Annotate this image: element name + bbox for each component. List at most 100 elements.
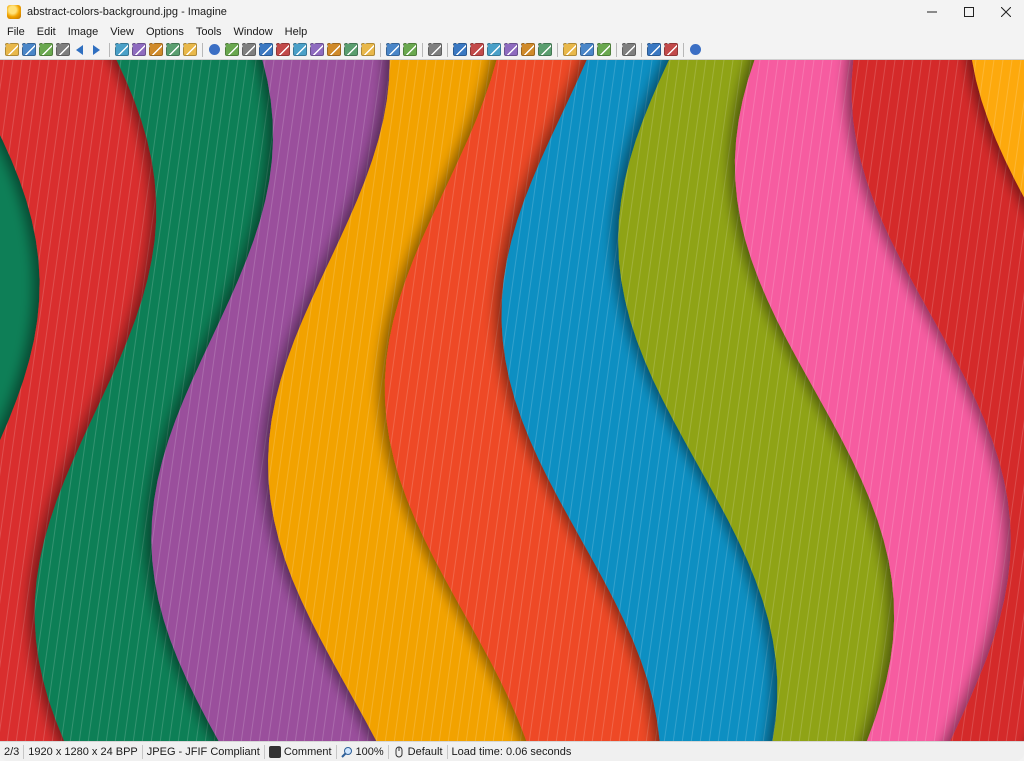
info-button[interactable] — [207, 42, 222, 57]
camera-icon — [268, 745, 281, 758]
zoom-actual-button[interactable] — [503, 42, 518, 57]
monitor-icon — [562, 43, 577, 56]
color-icon — [292, 43, 307, 56]
app-window: abstract-colors-background.jpg - Imagine… — [0, 0, 1024, 761]
resize-icon — [326, 43, 341, 56]
camera-icon — [224, 43, 239, 56]
plugin-icon — [621, 43, 636, 56]
toolbar-separator — [447, 42, 448, 57]
next-button[interactable] — [89, 42, 104, 57]
copy-icon — [131, 43, 146, 56]
effects-button[interactable] — [360, 42, 375, 57]
paste-button[interactable] — [148, 42, 163, 57]
save-icon — [38, 43, 53, 56]
zoom-fit-button[interactable] — [486, 42, 501, 57]
zoom-out-button[interactable] — [469, 42, 484, 57]
batch-icon — [646, 43, 661, 56]
convert-button[interactable] — [309, 42, 324, 57]
status-profile-value: Default — [407, 745, 443, 758]
batch-button[interactable] — [646, 42, 661, 57]
menu-view[interactable]: View — [104, 24, 140, 40]
refresh-icon — [427, 43, 442, 56]
refresh-button[interactable] — [427, 42, 442, 57]
desktop-icon — [579, 43, 594, 56]
new-icon — [4, 43, 19, 56]
image-canvas[interactable] — [0, 59, 1024, 742]
close-button[interactable] — [987, 0, 1024, 24]
maximize-button[interactable] — [950, 0, 987, 24]
help-button[interactable] — [688, 42, 703, 57]
window-title: abstract-colors-background.jpg - Imagine — [27, 6, 227, 18]
toolbar-separator — [380, 42, 381, 57]
toolbar-separator — [683, 42, 684, 57]
plugin-button[interactable] — [621, 42, 636, 57]
resize-button[interactable] — [326, 42, 341, 57]
thumbnail-button[interactable] — [537, 42, 552, 57]
minimize-icon — [926, 11, 937, 13]
app-logo-icon — [7, 5, 21, 19]
zoom-in-button[interactable] — [452, 42, 467, 57]
menu-options[interactable]: Options — [140, 24, 190, 40]
gradient-button[interactable] — [275, 42, 290, 57]
status-index: 2/3 — [4, 745, 20, 758]
slideshow-button[interactable] — [385, 42, 400, 57]
menu-tools[interactable]: Tools — [190, 24, 228, 40]
undo-button[interactable] — [165, 42, 180, 57]
toolbar-separator — [422, 42, 423, 57]
compare-button[interactable] — [663, 42, 678, 57]
settings-button[interactable] — [596, 42, 611, 57]
status-comment-label: Comment — [283, 745, 332, 758]
title-bar[interactable]: abstract-colors-background.jpg - Imagine — [0, 0, 1024, 24]
menu-image[interactable]: Image — [62, 24, 105, 40]
maximize-icon — [963, 7, 974, 17]
open-button[interactable] — [21, 42, 36, 57]
redo-button[interactable] — [182, 42, 197, 57]
status-profile[interactable]: Default — [389, 746, 447, 758]
zoom-out-icon — [469, 43, 484, 56]
status-load-time: Load time: 0.06 seconds — [451, 745, 572, 758]
fullscreen-button[interactable] — [402, 42, 417, 57]
status-format: JPEG - JFIF Compliant — [146, 745, 260, 758]
magnifier-icon — [340, 746, 352, 758]
camera-button[interactable] — [224, 42, 239, 57]
abstract-colors-image — [0, 60, 1024, 742]
status-dimensions: 1920 x 1280 x 24 BPP — [28, 745, 138, 758]
copy-button[interactable] — [131, 42, 146, 57]
menu-bar: File Edit Image View Options Tools Windo… — [0, 24, 1024, 40]
save-button[interactable] — [38, 42, 53, 57]
slideshow-icon — [385, 43, 400, 56]
menu-window[interactable]: Window — [228, 24, 279, 40]
color-button[interactable] — [292, 42, 307, 57]
zoom-fit-icon — [486, 43, 501, 56]
redo-icon — [182, 43, 197, 56]
zoom-window-icon — [520, 43, 535, 56]
crop-icon — [343, 43, 358, 56]
prev-button[interactable] — [72, 42, 87, 57]
rotate-button[interactable] — [258, 42, 273, 57]
status-zoom[interactable]: 100% — [337, 746, 388, 758]
print-button[interactable] — [55, 42, 70, 57]
paste-icon — [148, 43, 163, 56]
mouse-icon — [395, 746, 403, 757]
menu-file[interactable]: File — [0, 24, 31, 40]
minimize-button[interactable] — [913, 0, 950, 24]
prev-icon — [76, 44, 83, 55]
settings-icon — [596, 43, 611, 56]
cut-button[interactable] — [114, 42, 129, 57]
monitor-button[interactable] — [562, 42, 577, 57]
info-icon — [209, 44, 220, 55]
zoom-window-button[interactable] — [520, 42, 535, 57]
desktop-button[interactable] — [579, 42, 594, 57]
scanner-icon — [241, 43, 256, 56]
effects-icon — [360, 43, 375, 56]
menu-edit[interactable]: Edit — [31, 24, 62, 40]
toolbar-separator — [616, 42, 617, 57]
rotate-icon — [258, 43, 273, 56]
close-icon — [1000, 7, 1011, 17]
status-comment[interactable]: Comment — [265, 745, 336, 758]
menu-help[interactable]: Help — [279, 24, 314, 40]
scanner-button[interactable] — [241, 42, 256, 57]
new-button[interactable] — [4, 42, 19, 57]
status-bar: 2/3 1920 x 1280 x 24 BPP JPEG - JFIF Com… — [0, 741, 1024, 761]
crop-button[interactable] — [343, 42, 358, 57]
